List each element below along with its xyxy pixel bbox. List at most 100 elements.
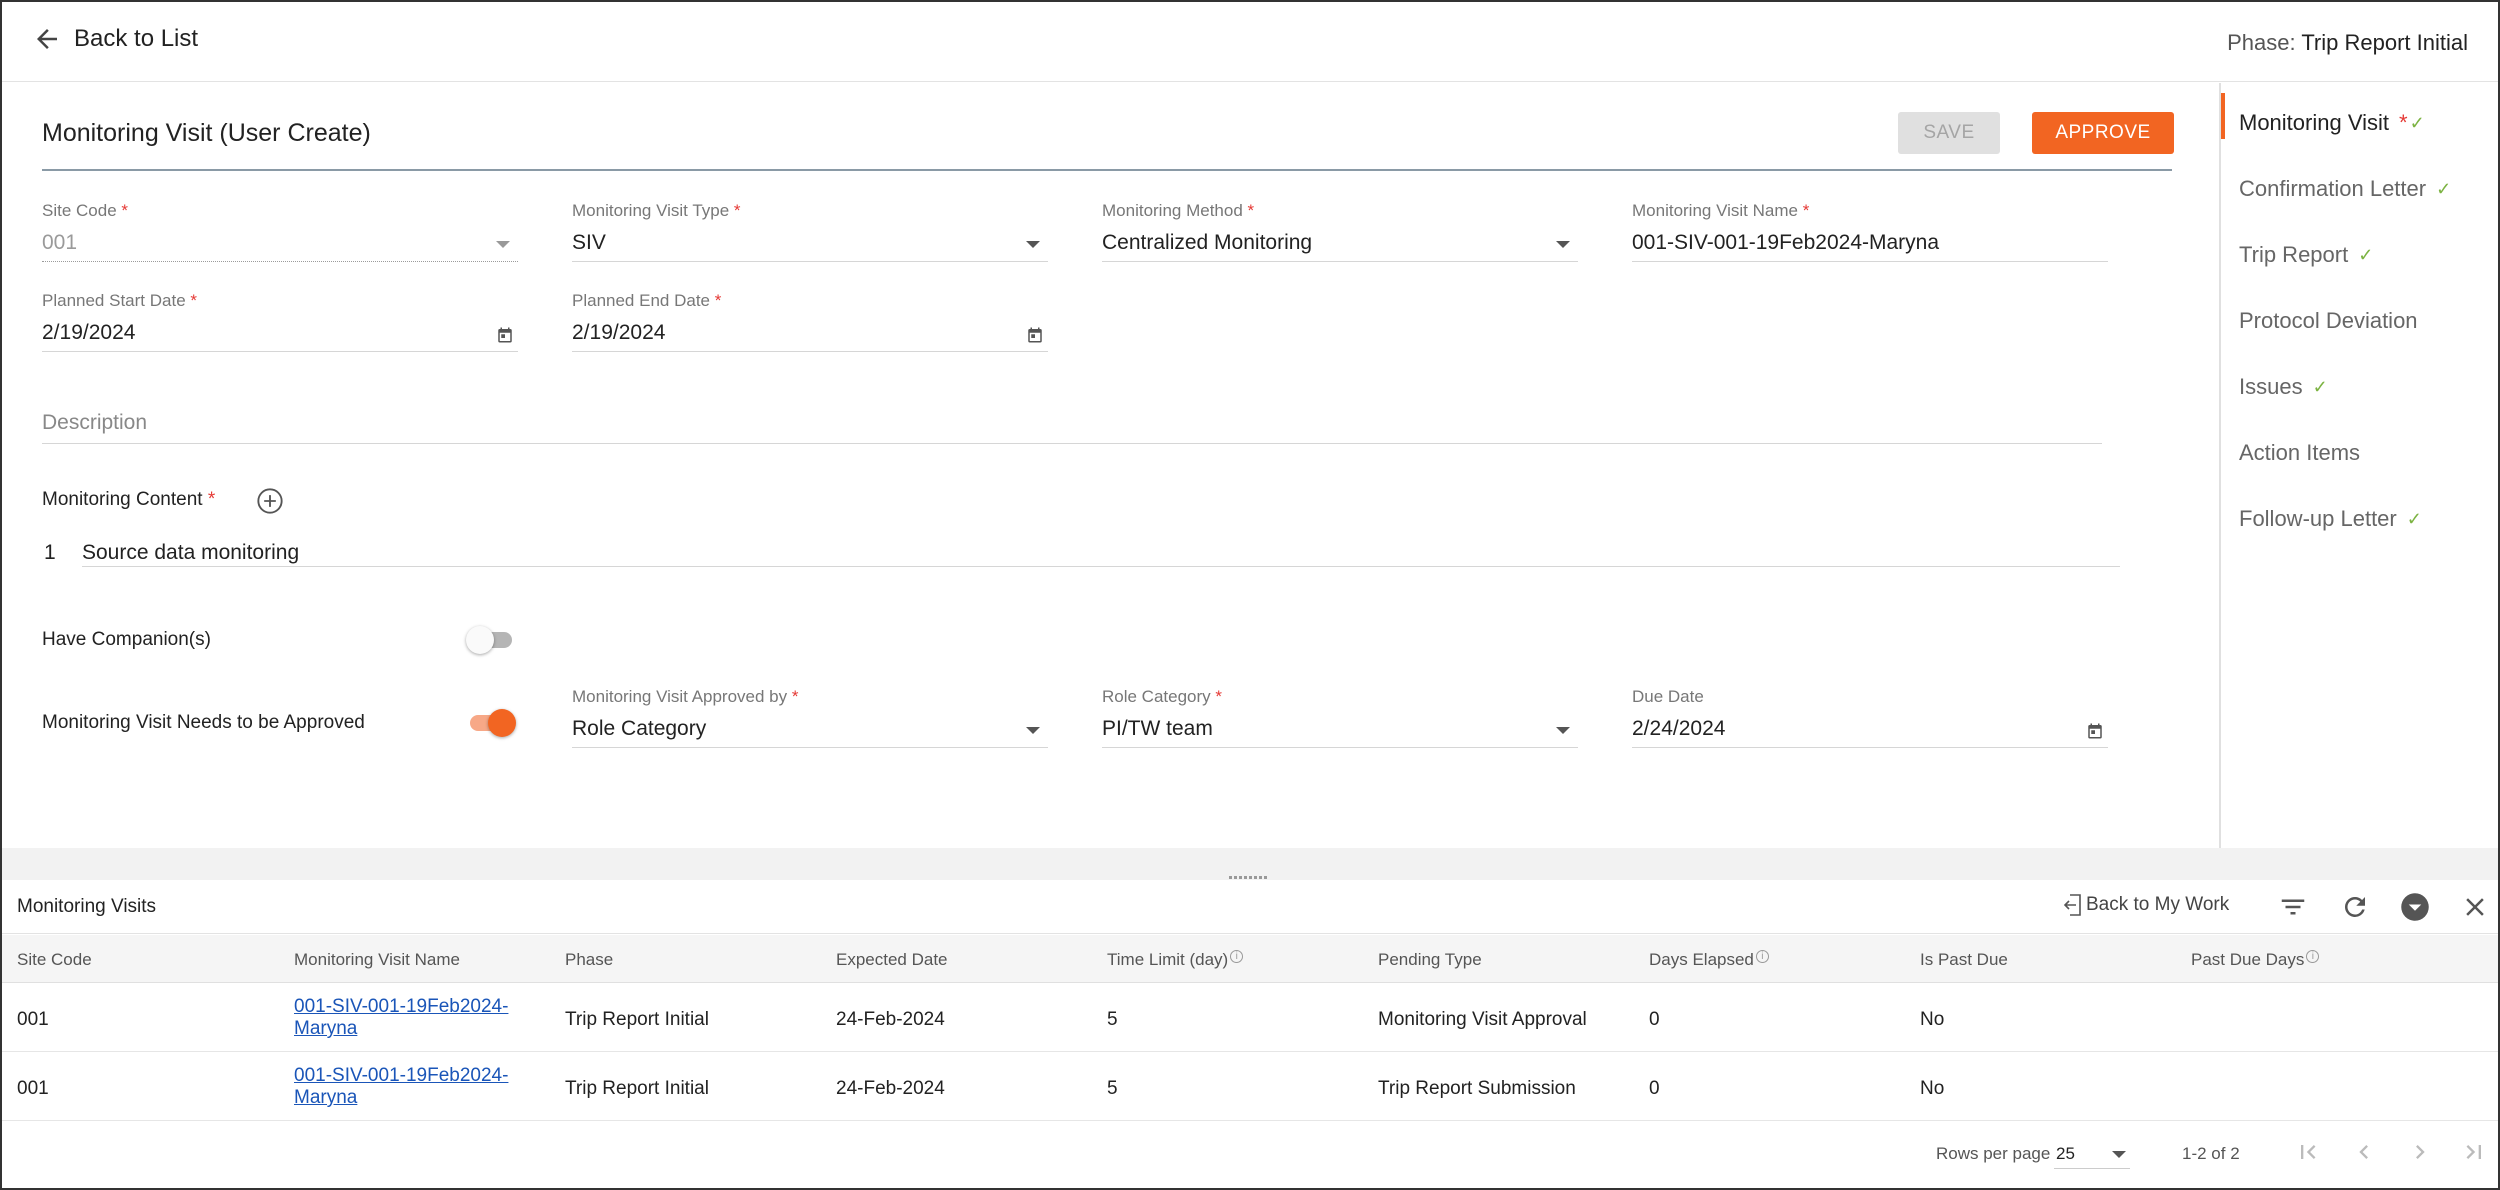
resize-grip-icon[interactable] <box>1228 866 1268 879</box>
nav-item-label: Trip Report <box>2239 242 2349 267</box>
end-date-input[interactable]: Planned End Date * 2/19/2024 <box>572 291 1048 353</box>
cell-time-limit: 5 <box>1107 1009 1118 1030</box>
form-title: Monitoring Visit (User Create) <box>42 119 371 147</box>
column-header-time-limit[interactable]: Time Limit (day) i <box>1107 950 1244 970</box>
nav-item-label: Issues <box>2239 374 2303 399</box>
column-header[interactable]: Site Code <box>17 950 92 970</box>
next-page-icon[interactable] <box>2406 1138 2434 1166</box>
nav-item-trip-report[interactable]: Trip Report ✓ <box>2221 222 2496 288</box>
title-divider <box>42 169 2172 171</box>
role-category-select[interactable]: Role Category * PI/TW team <box>1102 687 1578 749</box>
nav-item-action-items[interactable]: Action Items <box>2221 420 2496 486</box>
monitoring-content-label: Monitoring Content <box>42 489 203 510</box>
panel-header: Monitoring Visits Back to My Work <box>2 880 2498 934</box>
required-mark: * <box>1215 687 1223 706</box>
visit-type-label: Monitoring Visit Type <box>572 201 730 220</box>
calendar-icon[interactable] <box>2086 722 2104 740</box>
last-page-icon[interactable] <box>2460 1138 2488 1166</box>
start-date-value: 2/19/2024 <box>42 321 136 344</box>
nav-item-label: Monitoring Visit <box>2239 110 2389 135</box>
column-header[interactable]: Monitoring Visit Name <box>294 950 460 970</box>
refresh-icon[interactable] <box>2340 892 2370 922</box>
table-row[interactable]: 001 001-SIV-001-19Feb2024- Maryna Trip Re… <box>2 1053 2498 1121</box>
close-icon[interactable] <box>2460 892 2490 922</box>
visit-type-select[interactable]: Monitoring Visit Type * SIV <box>572 201 1048 263</box>
monitoring-method-value: Centralized Monitoring <box>1102 231 1313 254</box>
role-category-label: Role Category <box>1102 687 1211 706</box>
approved-by-select[interactable]: Monitoring Visit Approved by * Role Cate… <box>572 687 1048 749</box>
cell-phase: Trip Report Initial <box>565 1078 709 1099</box>
monitoring-visit-form: Monitoring Visit (User Create) SAVE APPR… <box>2 83 2220 848</box>
chevron-down-icon <box>1026 727 1040 734</box>
approved-by-label: Monitoring Visit Approved by <box>572 687 788 706</box>
column-header-days-elapsed[interactable]: Days Elapsed i <box>1649 950 1769 970</box>
nav-item-label: Follow-up Letter <box>2239 506 2397 531</box>
check-icon: ✓ <box>2436 178 2452 199</box>
chevron-down-icon <box>1556 241 1570 248</box>
required-mark: * <box>190 291 198 310</box>
table-row[interactable]: 001 001-SIV-001-19Feb2024- Maryna Trip Re… <box>2 984 2498 1052</box>
nav-item-monitoring-visit[interactable]: Monitoring Visit * ✓ <box>2221 90 2496 156</box>
field-underline <box>572 747 1048 748</box>
due-date-input[interactable]: Due Date 2/24/2024 <box>1632 687 2108 749</box>
previous-page-icon[interactable] <box>2350 1138 2378 1166</box>
nav-item-protocol-deviation[interactable]: Protocol Deviation <box>2221 288 2496 354</box>
save-button[interactable]: SAVE <box>1898 112 2000 154</box>
visit-name-link[interactable]: 001-SIV-001-19Feb2024- Maryna <box>294 996 524 1040</box>
filter-icon[interactable] <box>2278 892 2308 922</box>
nav-item-label: Action Items <box>2239 440 2361 465</box>
exit-icon <box>2063 894 2081 916</box>
cell-site-code: 001 <box>17 1009 49 1030</box>
description-input[interactable]: Description <box>42 411 147 435</box>
back-to-my-work-button[interactable]: Back to My Work <box>2062 892 2229 918</box>
site-code-select[interactable]: Site Code * 001 <box>42 201 518 263</box>
role-category-value: PI/TW team <box>1102 717 1213 740</box>
chevron-down-icon <box>1556 727 1570 734</box>
companions-toggle[interactable] <box>466 624 516 654</box>
content-item-input[interactable]: Source data monitoring <box>82 541 299 565</box>
cell-is-past-due: No <box>1920 1078 1945 1099</box>
nav-item-follow-up-letter[interactable]: Follow-up Letter ✓ <box>2221 486 2496 552</box>
section-nav: Monitoring Visit * ✓ Confirmation Letter… <box>2221 90 2496 552</box>
content-item-underline <box>82 566 2120 567</box>
column-header[interactable]: Is Past Due <box>1920 950 2008 970</box>
collapse-panel-icon[interactable] <box>2400 892 2430 922</box>
approve-button[interactable]: APPROVE <box>2032 112 2174 154</box>
content-item-number: 1 <box>44 541 56 564</box>
site-code-label: Site Code <box>42 201 117 220</box>
calendar-icon[interactable] <box>1026 326 1044 344</box>
field-underline <box>1632 747 2108 748</box>
field-underline <box>42 351 518 352</box>
nav-item-confirmation-letter[interactable]: Confirmation Letter ✓ <box>2221 156 2496 222</box>
cell-pending-type: Monitoring Visit Approval <box>1378 1009 1587 1030</box>
nav-item-issues[interactable]: Issues ✓ <box>2221 354 2496 420</box>
required-mark: * <box>2399 110 2408 135</box>
back-to-list-button[interactable]: Back to List <box>32 24 198 54</box>
start-date-input[interactable]: Planned Start Date * 2/19/2024 <box>42 291 518 353</box>
nav-item-label: Protocol Deviation <box>2239 308 2418 333</box>
required-mark: * <box>733 201 741 220</box>
monitoring-method-select[interactable]: Monitoring Method * Centralized Monitori… <box>1102 201 1578 263</box>
column-header-label: Past Due Days <box>2191 950 2305 969</box>
first-page-icon[interactable] <box>2294 1138 2322 1166</box>
check-icon: ✓ <box>2406 508 2422 529</box>
column-header-past-due-days[interactable]: Past Due Days i <box>2191 950 2320 970</box>
check-icon: ✓ <box>2312 376 2328 397</box>
add-content-icon[interactable] <box>256 487 284 515</box>
visit-name-link[interactable]: 001-SIV-001-19Feb2024- Maryna <box>294 1065 524 1109</box>
approved-by-value: Role Category <box>572 717 707 740</box>
back-to-list-label: Back to List <box>74 25 199 52</box>
rows-per-page-select[interactable]: 25 <box>2056 1144 2075 1164</box>
chevron-down-icon[interactable] <box>2112 1151 2126 1158</box>
column-header[interactable]: Phase <box>565 950 613 970</box>
back-to-my-work-label: Back to My Work <box>2086 894 2230 915</box>
field-underline <box>572 351 1048 352</box>
column-header[interactable]: Expected Date <box>836 950 948 970</box>
visit-name-input[interactable]: Monitoring Visit Name * 001-SIV-001-19Fe… <box>1632 201 2108 263</box>
cell-expected-date: 24-Feb-2024 <box>836 1078 945 1099</box>
needs-approval-toggle[interactable] <box>466 707 516 737</box>
column-header[interactable]: Pending Type <box>1378 950 1482 970</box>
calendar-icon[interactable] <box>496 326 514 344</box>
cell-is-past-due: No <box>1920 1009 1945 1030</box>
chevron-down-icon <box>1026 241 1040 248</box>
